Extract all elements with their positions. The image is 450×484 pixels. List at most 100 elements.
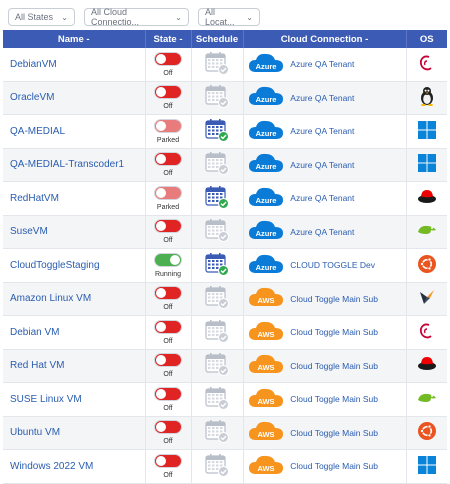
vm-name[interactable]: QA-MEDIAL-Transcoder1	[10, 159, 124, 170]
schedule-calendar-icon[interactable]	[205, 152, 229, 178]
cloud-connection-link[interactable]: Azure QA Tenant	[290, 160, 354, 170]
vm-name-link[interactable]: Ubuntu VM	[3, 416, 146, 450]
vm-name-link[interactable]: Windows 2022 VM	[3, 449, 146, 484]
state-cell: Off	[145, 382, 192, 417]
cloud-connection-link[interactable]: Cloud Toggle Main Sub	[290, 327, 378, 337]
table-row[interactable]: QA-MEDIAL Parked Azure Azure QA Tenant	[3, 114, 447, 149]
vm-name-link[interactable]: DebianVM	[3, 48, 146, 82]
schedule-calendar-icon[interactable]	[205, 118, 229, 145]
table-row[interactable]: Debian VM Off AWS Cloud Toggle Main Sub	[3, 315, 447, 350]
location-filter-dropdown[interactable]: All Locat... ⌄	[198, 7, 260, 27]
vm-name[interactable]: QA-MEDIAL	[10, 126, 65, 137]
power-toggle[interactable]	[154, 152, 182, 167]
power-toggle[interactable]	[154, 185, 182, 200]
schedule-calendar-icon[interactable]	[205, 85, 229, 111]
table-row[interactable]: Red Hat VM Off AWS Cloud Toggle Main Sub	[3, 349, 447, 383]
vm-name[interactable]: Amazon Linux VM	[10, 293, 91, 304]
cloud-connection-filter-dropdown[interactable]: All Cloud Connectio... ⌄	[84, 7, 189, 27]
schedule-calendar-icon[interactable]	[205, 286, 229, 312]
column-header-os: OS	[406, 30, 447, 48]
vm-name-link[interactable]: QA-MEDIAL	[3, 114, 146, 149]
cloud-connection-link[interactable]: Cloud Toggle Main Sub	[290, 428, 378, 438]
svg-text:Azure: Azure	[255, 196, 276, 205]
vm-name[interactable]: DebianVM	[10, 59, 57, 70]
svg-text:Azure: Azure	[255, 229, 276, 238]
vm-name[interactable]: RedHatVM	[10, 193, 59, 204]
schedule-calendar-icon[interactable]	[205, 219, 229, 245]
table-row[interactable]: SUSE Linux VM Off AWS Cloud Toggle Main …	[3, 382, 447, 417]
os-cell	[406, 181, 447, 216]
power-toggle[interactable]	[154, 85, 182, 100]
schedule-calendar-icon[interactable]	[205, 252, 229, 279]
vm-name-link[interactable]: CloudToggleStaging	[3, 248, 146, 283]
power-toggle[interactable]	[154, 353, 182, 368]
power-toggle[interactable]	[154, 319, 182, 334]
cloud-connection-link[interactable]: Cloud Toggle Main Sub	[290, 361, 378, 371]
vm-name[interactable]: Debian VM	[10, 327, 59, 338]
toggle-knob	[156, 288, 166, 299]
schedule-calendar-icon[interactable]	[205, 185, 229, 212]
vm-name[interactable]: Red Hat VM	[10, 360, 64, 371]
schedule-calendar-icon[interactable]	[205, 420, 229, 446]
power-toggle[interactable]	[154, 252, 182, 267]
power-toggle[interactable]	[154, 286, 182, 301]
vm-name-link[interactable]: Debian VM	[3, 315, 146, 350]
vm-name-link[interactable]: RedHatVM	[3, 181, 146, 216]
cloud-connection-link[interactable]: Azure QA Tenant	[290, 126, 354, 136]
table-row[interactable]: QA-MEDIAL-Transcoder1 Off Azure Azure QA…	[3, 148, 447, 182]
cloud-connection-link[interactable]: CLOUD TOGGLE Dev	[290, 260, 375, 270]
toggle-knob	[156, 53, 166, 64]
schedule-calendar-icon[interactable]	[205, 319, 229, 346]
table-row[interactable]: Ubuntu VM Off AWS Cloud Toggle Main Sub	[3, 416, 447, 450]
table-row[interactable]: Amazon Linux VM Off AWS Cloud Toggle Mai…	[3, 282, 447, 316]
vm-name-link[interactable]: Amazon Linux VM	[3, 282, 146, 316]
table-row[interactable]: OracleVM Off Azure Azure QA Tenant	[3, 81, 447, 115]
power-toggle[interactable]	[154, 453, 182, 468]
vm-name-link[interactable]: SUSE Linux VM	[3, 382, 146, 417]
cloud-connection-link[interactable]: Azure QA Tenant	[290, 59, 354, 69]
ubuntu-icon	[417, 422, 436, 443]
table-row[interactable]: CloudToggleStaging Running Azure CLOUD T…	[3, 248, 447, 283]
cloud-connection-link[interactable]: Cloud Toggle Main Sub	[290, 294, 378, 304]
power-toggle[interactable]	[154, 219, 182, 234]
schedule-calendar-icon[interactable]	[205, 51, 229, 78]
schedule-calendar-icon[interactable]	[205, 453, 229, 480]
vm-name-link[interactable]: SuseVM	[3, 215, 146, 249]
schedule-calendar-icon[interactable]	[205, 386, 229, 413]
cloud-connection-link[interactable]: Azure QA Tenant	[290, 193, 354, 203]
toggle-knob	[156, 355, 166, 366]
cloud-connection-link[interactable]: Cloud Toggle Main Sub	[290, 394, 378, 404]
vm-name-link[interactable]: OracleVM	[3, 81, 146, 115]
schedule-calendar-icon[interactable]	[205, 353, 229, 379]
cloud-connection-link[interactable]: Cloud Toggle Main Sub	[290, 461, 378, 471]
column-header-state[interactable]: State -	[145, 30, 192, 48]
vm-name[interactable]: OracleVM	[10, 92, 54, 103]
table-row[interactable]: DebianVM Off Azure Azure QA Tenant	[3, 48, 447, 82]
schedule-cell	[191, 449, 244, 484]
column-header-name[interactable]: Name -	[3, 30, 146, 48]
vm-name-link[interactable]: Red Hat VM	[3, 349, 146, 383]
power-toggle[interactable]	[154, 420, 182, 435]
table-row[interactable]: RedHatVM Parked Azure Azure QA Tenant	[3, 181, 447, 216]
toggle-knob	[156, 187, 166, 198]
vm-name-link[interactable]: QA-MEDIAL-Transcoder1	[3, 148, 146, 182]
power-toggle[interactable]	[154, 51, 182, 66]
vm-name[interactable]: SUSE Linux VM	[10, 394, 82, 405]
vm-name[interactable]: CloudToggleStaging	[10, 260, 100, 271]
os-cell	[406, 449, 447, 484]
cloud-connection-link[interactable]: Azure QA Tenant	[290, 227, 354, 237]
vm-name[interactable]: SuseVM	[10, 226, 48, 237]
power-toggle[interactable]	[154, 386, 182, 401]
svg-text:AWS: AWS	[257, 397, 274, 406]
svg-text:AWS: AWS	[257, 430, 274, 439]
state-filter-dropdown[interactable]: All States ⌄	[8, 8, 75, 26]
power-toggle[interactable]	[154, 118, 182, 133]
schedule-cell	[191, 416, 244, 450]
cloud-connection-link[interactable]: Azure QA Tenant	[290, 93, 354, 103]
vm-name[interactable]: Windows 2022 VM	[10, 461, 93, 472]
vm-name[interactable]: Ubuntu VM	[10, 427, 60, 438]
table-row[interactable]: SuseVM Off Azure Azure QA Tenant	[3, 215, 447, 249]
column-header-cloud-connection[interactable]: Cloud Connection -	[243, 30, 407, 48]
azure-cloud-icon: Azure	[248, 119, 284, 144]
table-row[interactable]: Windows 2022 VM Off AWS Cloud Toggle Mai…	[3, 449, 447, 484]
